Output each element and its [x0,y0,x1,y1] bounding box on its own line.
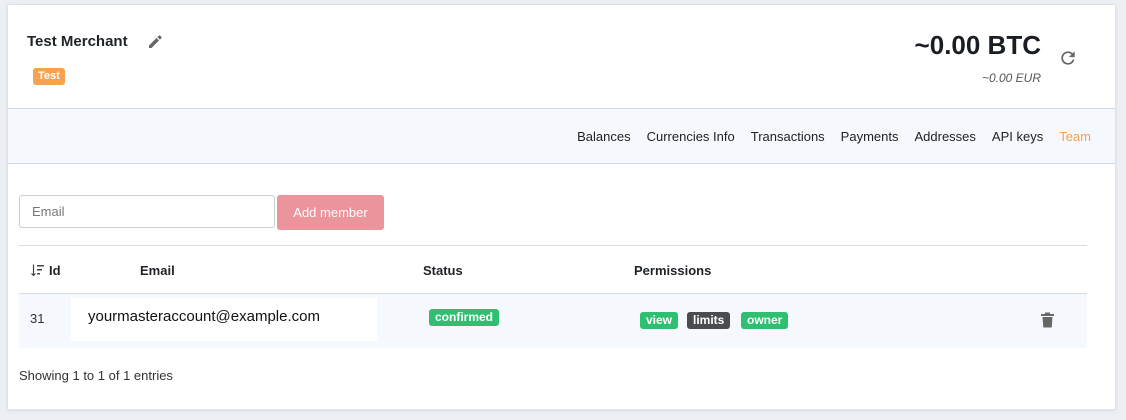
environment-badge: Test [33,68,65,85]
table-row: 31 yourmasteraccount@example.com confirm… [19,294,1087,348]
column-header-email[interactable]: Email [140,263,175,278]
column-header-status[interactable]: Status [423,263,463,278]
nav-item-payments[interactable]: Payments [841,129,899,144]
row-email: yourmasteraccount@example.com [71,298,377,341]
nav-item-addresses[interactable]: Addresses [914,129,975,144]
row-id: 31 [30,311,45,326]
column-header-permissions[interactable]: Permissions [634,263,711,278]
trash-icon[interactable] [1040,312,1055,328]
status-badge: confirmed [429,309,500,326]
nav-item-api-keys[interactable]: API keys [992,129,1043,144]
nav-item-currencies-info[interactable]: Currencies Info [647,129,735,144]
nav-item-balances[interactable]: Balances [577,129,630,144]
eur-balance: ~0.00 EUR [981,71,1041,85]
column-header-id[interactable]: Id [49,263,61,278]
permission-badge-view: view [640,312,679,329]
add-member-button[interactable]: Add member [277,195,384,230]
refresh-icon[interactable] [1058,48,1078,68]
team-table: Id Email Status Permissions 31 yourmaste… [19,245,1087,348]
pagination-info: Showing 1 to 1 of 1 entries [19,368,173,383]
permission-badge-limits: limits [687,312,731,329]
email-input[interactable] [19,195,275,228]
nav-item-team[interactable]: Team [1059,129,1091,144]
nav-item-transactions[interactable]: Transactions [751,129,825,144]
merchant-header: Test Merchant Test ~0.00 BTC ~0.00 EUR [8,5,1115,109]
sort-icon[interactable] [31,264,44,276]
table-header: Id Email Status Permissions [19,245,1087,294]
section-nav: Balances Currencies Info Transactions Pa… [8,109,1115,164]
pencil-icon[interactable] [147,34,163,50]
merchant-name: Test Merchant [27,33,128,50]
permission-badge-owner: owner [741,312,789,329]
btc-balance: ~0.00 BTC [914,30,1041,60]
